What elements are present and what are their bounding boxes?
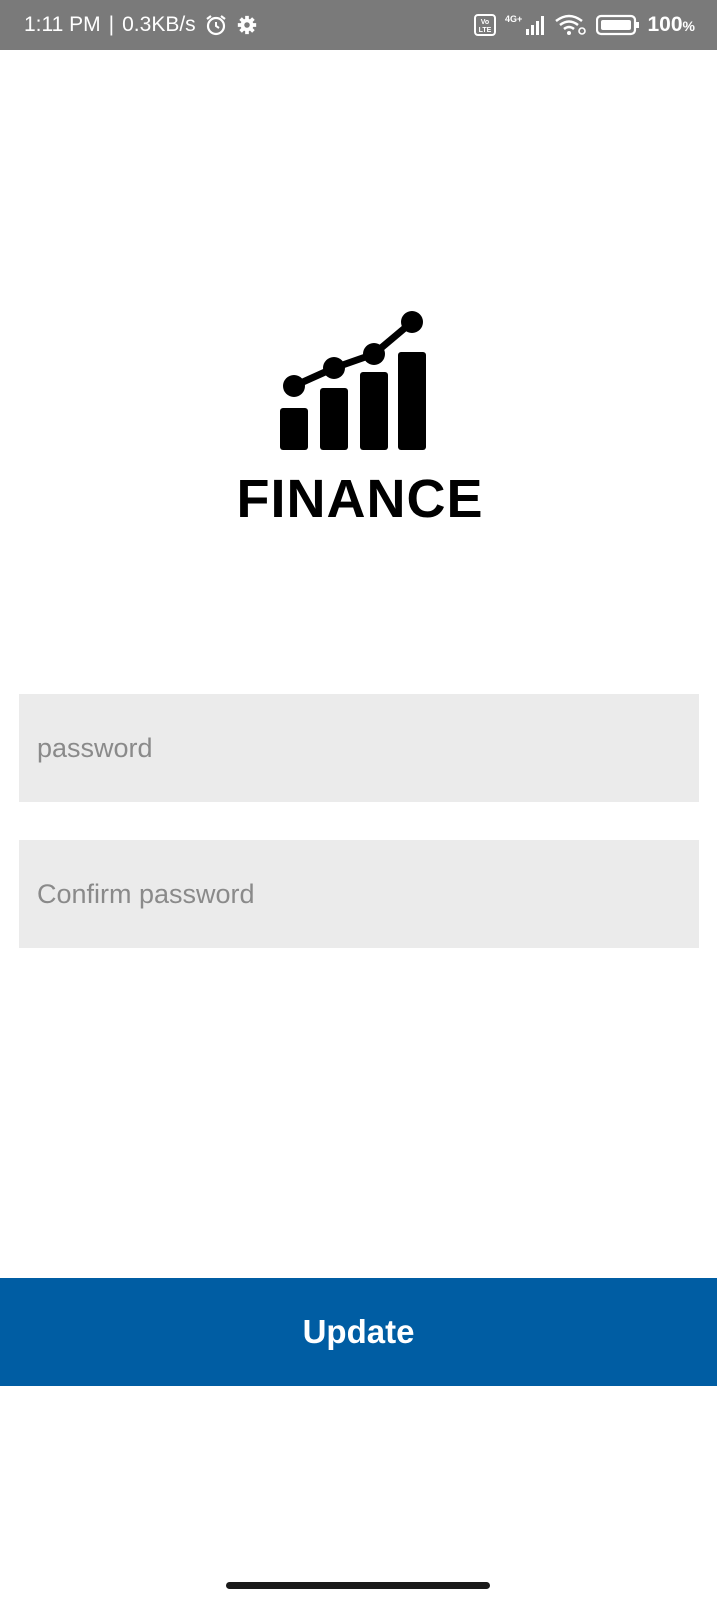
status-separator: | — [108, 13, 115, 36]
confirm-password-input[interactable] — [19, 840, 699, 948]
app-logo: FINANCE — [230, 300, 490, 540]
wifi-icon — [554, 13, 588, 37]
status-bar: 1:11 PM | 0.3KB/s Vo LTE 4G+ 100% — [0, 0, 717, 50]
logo-text: FINANCE — [236, 469, 484, 529]
network-speed: 0.3KB/s — [122, 13, 196, 36]
password-input[interactable] — [19, 694, 699, 802]
svg-text:LTE: LTE — [478, 27, 491, 34]
battery-percent: 100% — [647, 13, 696, 36]
bar-chart-growth-icon — [280, 311, 426, 450]
status-time: 1:11 PM — [24, 13, 101, 36]
volte-icon: Vo LTE — [473, 14, 496, 36]
battery-icon — [595, 14, 640, 36]
status-left: 1:11 PM | 0.3KB/s — [24, 0, 258, 50]
status-right: Vo LTE 4G+ 100% — [473, 0, 696, 50]
home-indicator[interactable] — [226, 1582, 490, 1589]
svg-text:Vo: Vo — [480, 19, 488, 26]
alarm-icon — [204, 13, 228, 37]
update-button[interactable]: Update — [0, 1278, 717, 1386]
svg-text:4G+: 4G+ — [505, 14, 522, 24]
gear-icon — [236, 14, 258, 36]
signal-4g-icon: 4G+ — [504, 13, 546, 37]
